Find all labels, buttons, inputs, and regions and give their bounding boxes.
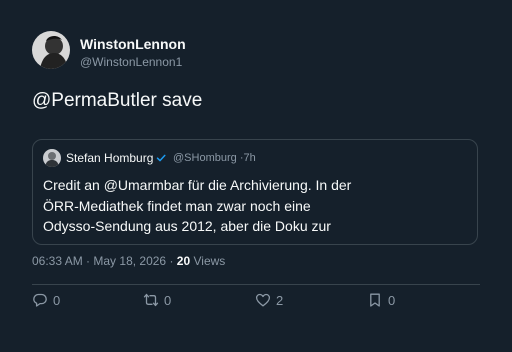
avatar-image [32,31,70,69]
like-button[interactable]: 2 [255,292,283,308]
separator: · [169,254,174,268]
views-count: 20 [176,254,191,268]
quoted-text-line: Odysso-Sendung aus 2012, aber die Doku z… [43,218,331,234]
author-name[interactable]: WinstonLennon [80,36,186,52]
reply-button[interactable]: 0 [32,292,60,308]
quoted-avatar-image [43,149,61,167]
verified-icon [156,154,166,162]
quoted-time[interactable]: 7h [243,152,255,164]
quoted-text-line: Credit an @Umarmbar für die Archivierung… [43,177,352,193]
retweet-count: 0 [164,292,172,308]
quoted-text: Credit an @Umarmbar für die Archivierung… [43,175,463,237]
quoted-text-line: ÖRR-Mediathek findet man zwar noch eine [43,197,311,214]
separator: · [86,254,91,268]
quoted-handle-time: @SHomburg ·7h [173,152,256,164]
author-avatar[interactable] [32,31,70,69]
bookmark-count: 0 [388,292,396,308]
views-label: Views [193,254,226,268]
divider [32,284,480,285]
reply-icon [33,293,47,307]
tweet-meta: 06:33 AM · May 18, 2026 · 20 Views [32,254,225,268]
tweet-time[interactable]: 06:33 AM [32,254,83,268]
retweet-icon [143,293,159,307]
reply-count: 0 [53,292,61,308]
bookmark-icon [370,293,380,307]
quoted-tweet[interactable]: Stefan Homburg @SHomburg ·7h Credit an @… [32,139,478,245]
author-handle[interactable]: @WinstonLennon1 [80,55,182,69]
heart-icon [255,293,271,307]
quoted-author-name[interactable]: Stefan Homburg [66,151,153,165]
tweet-text: @PermaButler save [32,90,203,111]
bookmark-button[interactable]: 0 [367,292,395,308]
like-count: 2 [276,292,284,308]
tweet-date[interactable]: May 18, 2026 [93,254,166,268]
retweet-button[interactable]: 0 [143,292,171,308]
quoted-avatar[interactable] [43,149,61,167]
quoted-author-handle[interactable]: @SHomburg [173,152,237,164]
